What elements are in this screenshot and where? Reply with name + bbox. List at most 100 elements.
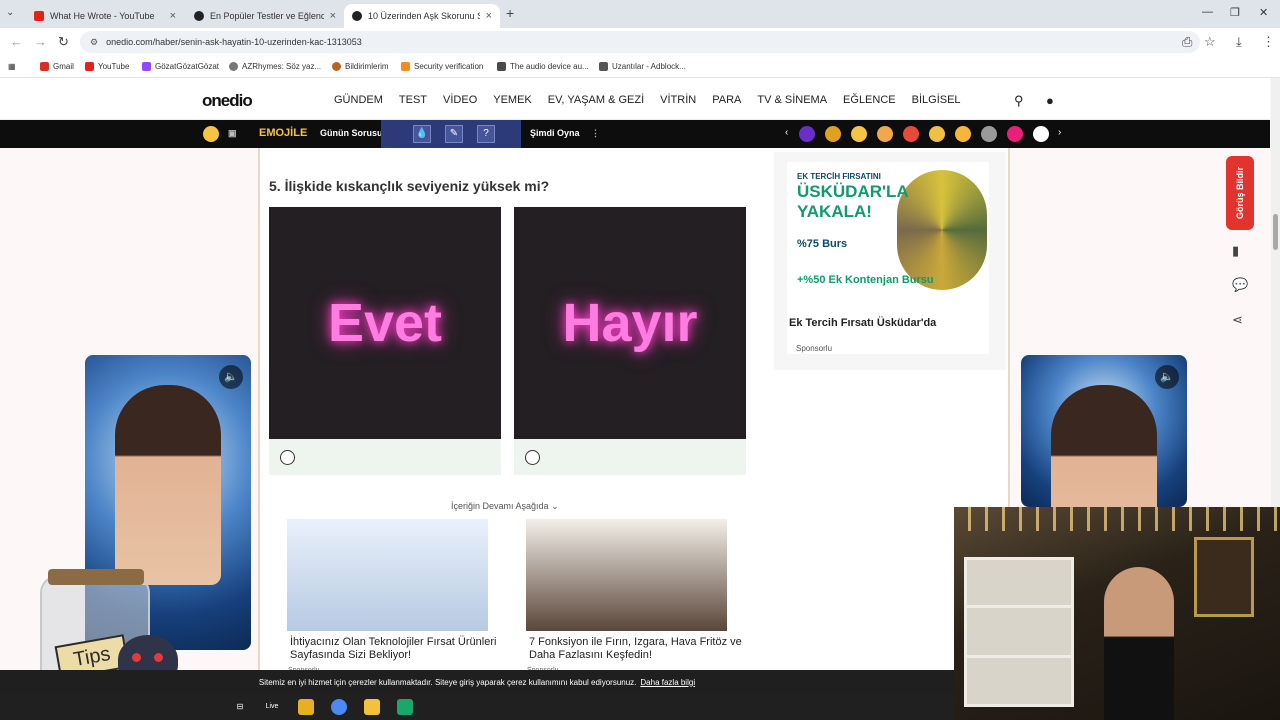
user-icon[interactable]: ● <box>1046 93 1054 108</box>
volume-icon[interactable]: 🔈 <box>219 365 243 389</box>
emoji-icon[interactable] <box>1007 126 1023 142</box>
close-tab-icon[interactable]: × <box>170 10 176 22</box>
file-explorer-icon[interactable] <box>364 699 380 715</box>
chevron-left-icon[interactable]: ‹ <box>785 127 788 138</box>
store-icon[interactable] <box>298 699 314 715</box>
related-title[interactable]: İhtiyacınız Olan Teknolojiler Fırsat Ürü… <box>290 636 510 662</box>
emoji-icon[interactable] <box>799 126 815 142</box>
emoji-icon[interactable] <box>955 126 971 142</box>
game-preview[interactable]: 💧 ✎ ? <box>381 120 521 148</box>
reload-icon[interactable]: ↻ <box>58 34 69 50</box>
related-image[interactable] <box>526 519 727 631</box>
video-person <box>1051 385 1157 507</box>
ad-title[interactable]: Ek Tercih Fırsatı Üsküdar'da <box>789 317 936 329</box>
cookie-banner: Sitemiz en iyi hizmet için çerezler kull… <box>0 670 954 694</box>
webcam-overlay <box>954 507 1280 720</box>
emoji-icon[interactable] <box>851 126 867 142</box>
emoji-icon[interactable] <box>981 126 997 142</box>
share-icon[interactable]: ⋖ <box>1232 312 1243 328</box>
close-window-icon[interactable]: ✕ <box>1259 6 1268 19</box>
emoji-icon[interactable] <box>877 126 893 142</box>
menu-item[interactable]: VİTRİN <box>660 94 696 106</box>
bookmark-bildirimlerim[interactable]: Bildirimlerim <box>332 62 389 71</box>
site-info-icon[interactable]: ⚙ <box>90 37 98 48</box>
emoji-icon[interactable] <box>1033 126 1049 142</box>
bookmark-gmail[interactable]: Gmail <box>40 62 74 71</box>
video-ad-right[interactable]: 🔈 <box>1021 355 1187 507</box>
bookshelf <box>964 557 1074 707</box>
live-app-icon[interactable]: Live <box>264 699 280 715</box>
bookmark-youtube[interactable]: YouTube <box>85 62 129 71</box>
install-icon[interactable]: ⎙ <box>1182 34 1192 50</box>
emoji-game-icon[interactable] <box>203 126 219 142</box>
quiz-option-evet[interactable]: Evet <box>269 207 501 475</box>
more-dots-icon[interactable]: ⋮ <box>591 128 600 139</box>
menu-item[interactable]: EĞLENCE <box>843 94 896 106</box>
menu-item[interactable]: EV, YAŞAM & GEZİ <box>548 94 644 106</box>
search-icon <box>229 62 238 71</box>
address-bar[interactable]: ⚙ onedio.com/haber/senin-ask-hayatin-10-… <box>80 31 1200 53</box>
bookmark-azrhymes[interactable]: AZRhymes: Söz yaz... <box>229 62 321 71</box>
emoji-icon[interactable] <box>825 126 841 142</box>
onedio-favicon-icon <box>194 11 204 21</box>
menu-item[interactable]: BİLGİSEL <box>912 94 961 106</box>
close-tab-icon[interactable]: × <box>486 10 492 22</box>
browser-toolbar: ← → ↻ ⚙ onedio.com/haber/senin-ask-hayat… <box>0 28 1280 56</box>
task-view-icon[interactable]: ⊟ <box>232 699 248 715</box>
bookmark-gozat[interactable]: GözatGözatGözat <box>142 62 219 71</box>
back-icon[interactable]: ← <box>10 34 23 49</box>
emoji-icon[interactable] <box>903 126 919 142</box>
bookmark-adblock[interactable]: Uzantılar - Adblock... <box>599 62 686 71</box>
shield-icon <box>401 62 410 71</box>
bookmark-security[interactable]: Security verification <box>401 62 483 71</box>
emojile-brand[interactable]: EMOJİLE <box>259 127 307 139</box>
menu-item[interactable]: TEST <box>399 94 427 106</box>
tab-youtube[interactable]: What He Wrote - YouTube × <box>26 4 184 28</box>
apps-grid-icon[interactable]: ▦ <box>8 62 16 71</box>
content-continues-label: İçeriğin Devamı Aşağıda ⌄ <box>451 501 559 511</box>
scrollbar-thumb[interactable] <box>1273 214 1278 250</box>
volume-icon[interactable]: 🔈 <box>1155 365 1179 389</box>
menu-item[interactable]: VİDEO <box>443 94 477 106</box>
menu-kebab-icon[interactable]: ⋮ <box>1262 34 1275 50</box>
taskbar: ⊟ Live <box>0 694 954 720</box>
option-radio[interactable] <box>280 450 295 465</box>
ad-image: EK TERCİH FIRSATINI ÜSKÜDAR'LA YAKALA! %… <box>787 162 989 312</box>
related-title[interactable]: 7 Fonksiyon ile Fırın, Izgara, Hava Frit… <box>529 636 749 662</box>
app-icon[interactable] <box>397 699 413 715</box>
search-icon[interactable]: ⚲ <box>1014 93 1024 109</box>
emoji-icon[interactable] <box>929 126 945 142</box>
chrome-icon[interactable] <box>331 699 347 715</box>
play-now-link[interactable]: Şimdi Oyna <box>530 128 580 138</box>
menu-item[interactable]: YEMEK <box>493 94 532 106</box>
feedback-button[interactable]: Görüş Bildir <box>1226 156 1254 230</box>
bookmark-icon[interactable]: ▮ <box>1232 243 1239 259</box>
menu-item[interactable]: TV & SİNEMA <box>757 94 827 106</box>
cookie-more-info-link[interactable]: Daha fazla bilgi <box>640 678 695 687</box>
tab-ask-skoru[interactable]: 10 Üzerinden Aşk Skorunu Söyl × <box>344 4 500 28</box>
page-scrollbar[interactable] <box>1271 78 1280 507</box>
related-image[interactable] <box>287 519 488 631</box>
tab-onedio-tests[interactable]: En Popüler Testler ve Eğlenceli × <box>186 4 344 28</box>
sidebar-ad[interactable]: EK TERCİH FIRSATINI ÜSKÜDAR'LA YAKALA! %… <box>787 162 989 354</box>
menu-item[interactable]: PARA <box>712 94 741 106</box>
extensions-icon[interactable]: ⤓ <box>1236 34 1242 50</box>
menu-item[interactable]: GÜNDEM <box>334 94 383 106</box>
quiz-option-hayir[interactable]: Hayır <box>514 207 746 475</box>
minimize-icon[interactable]: — <box>1202 6 1213 18</box>
chevron-right-icon[interactable]: › <box>1058 127 1061 138</box>
forward-icon[interactable]: → <box>34 34 47 49</box>
tab-search-icon[interactable]: ⌄ <box>6 7 14 18</box>
youtube-icon <box>85 62 94 71</box>
audio-icon <box>497 62 506 71</box>
bookmark-audio[interactable]: The audio device au... <box>497 62 589 71</box>
close-tab-icon[interactable]: × <box>330 10 336 22</box>
maximize-icon[interactable]: ❐ <box>1230 6 1240 19</box>
comments-icon[interactable]: 💬 <box>1232 277 1248 293</box>
option-radio[interactable] <box>525 450 540 465</box>
bookmark-star-icon[interactable]: ☆ <box>1204 34 1216 50</box>
site-header: onedio GÜNDEM TEST VİDEO YEMEK EV, YAŞAM… <box>0 78 1270 120</box>
onedio-logo[interactable]: onedio <box>202 91 253 111</box>
mascot-eye <box>154 653 163 662</box>
new-tab-button[interactable]: + <box>506 5 514 21</box>
